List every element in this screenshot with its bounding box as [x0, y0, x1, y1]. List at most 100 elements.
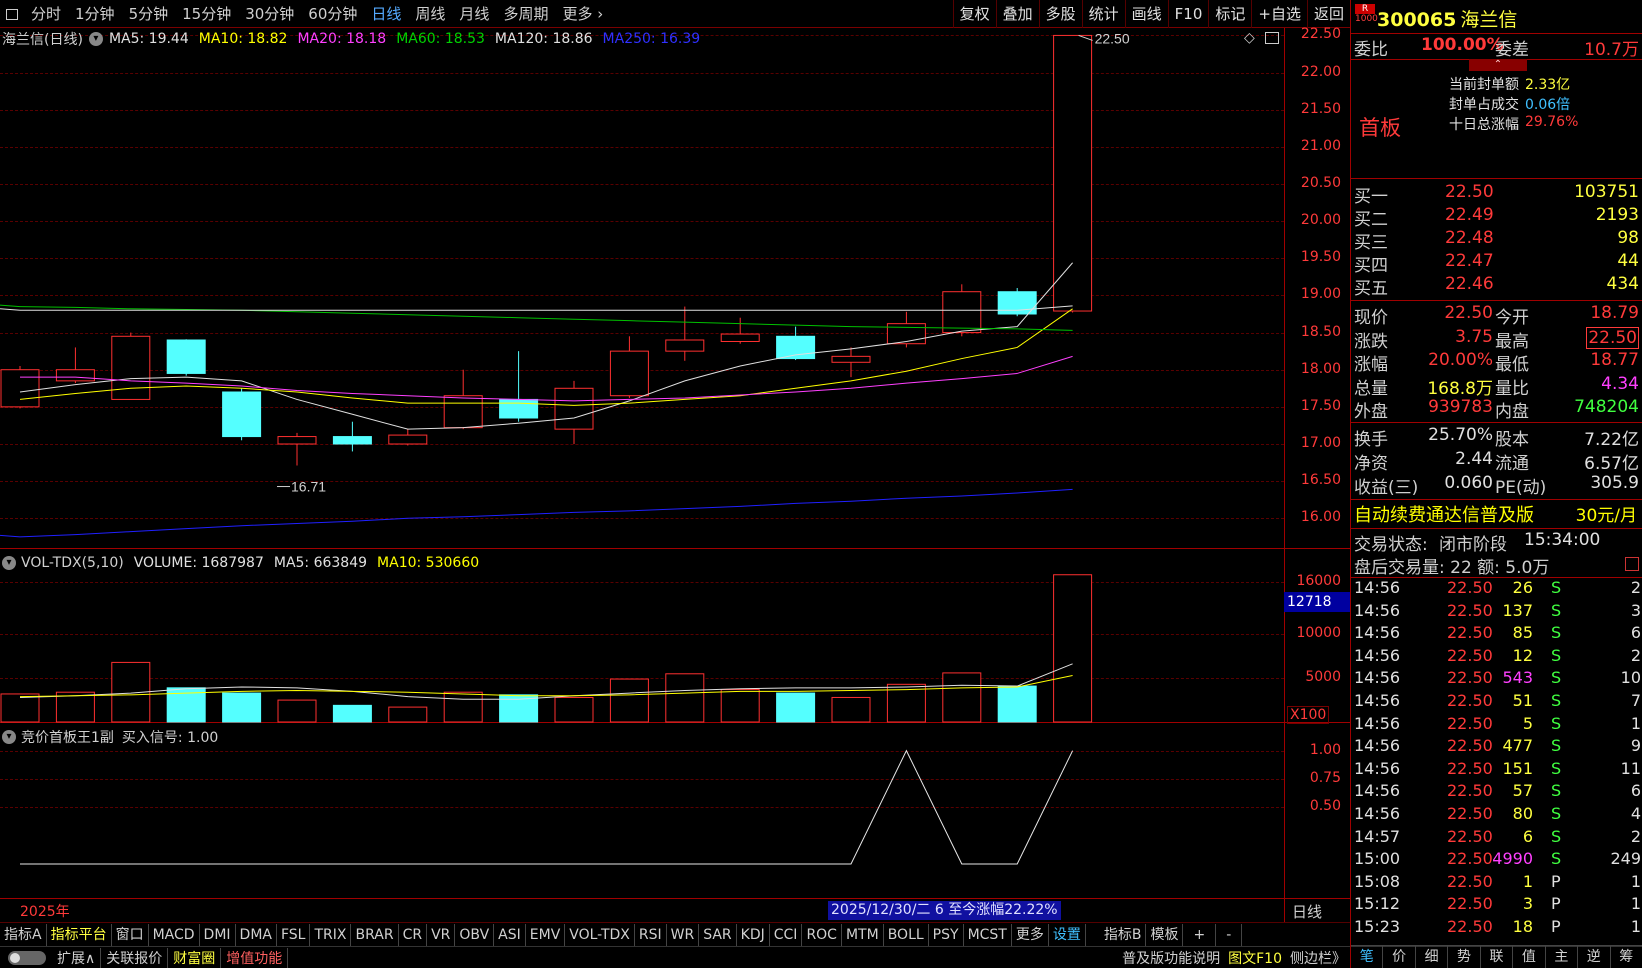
tick-row: 14:56 22.50 151 S 11	[1354, 758, 1641, 778]
indicator-legend: ▾ 竞价首板王1副 买入信号: 1.00	[2, 727, 218, 747]
period-label-right: 日线	[1292, 903, 1323, 921]
quote-row: 现价 22.50 今开 18.79	[1354, 303, 1639, 328]
indicator-tab[interactable]: MTM	[842, 923, 884, 946]
volume-bar	[609, 678, 649, 723]
indicator-tab[interactable]: EMV	[526, 923, 566, 946]
volume-current-label: 12718	[1284, 592, 1350, 612]
indicator-tab[interactable]: WR	[667, 923, 700, 946]
signal-line	[20, 749, 1074, 865]
indicator-tab[interactable]: KDJ	[737, 923, 770, 946]
indicator-tab[interactable]: VOL-TDX	[565, 923, 635, 946]
volume-bar	[277, 699, 317, 723]
chevron-down-icon[interactable]: ▾	[2, 556, 16, 570]
tick-row: 14:56 22.50 137 S 3	[1354, 600, 1641, 620]
indicator-tab[interactable]: ASI	[494, 923, 526, 946]
indicator-tab[interactable]: RSI	[635, 923, 667, 946]
board-info: 当前封单额 2.33亿 封单占成交 0.06倍 十日总涨幅 29.76%	[1411, 74, 1631, 134]
indicator-tab[interactable]: 窗口	[112, 923, 149, 946]
indicator-tab[interactable]: CCI	[770, 923, 803, 946]
panel-tab[interactable]: 值	[1513, 946, 1546, 968]
indicator-tab[interactable]: MACD	[149, 923, 200, 946]
candlestick-chart: 22.50 16.71	[0, 30, 1130, 865]
indicator-tab[interactable]: SAR	[699, 923, 737, 946]
indicator-tab[interactable]: DMI	[200, 923, 236, 946]
indicator-tab[interactable]: OBV	[455, 923, 495, 946]
candle-body	[388, 434, 428, 445]
indicator-tab[interactable]: VR	[427, 923, 456, 946]
stock-title[interactable]: 300065 海兰信	[1377, 5, 1517, 32]
volume-bar	[554, 696, 594, 723]
indicator-tab[interactable]: ROC	[802, 923, 842, 946]
panel-tab[interactable]: 主	[1546, 946, 1579, 968]
volume-legend-item: MA10: 530660	[377, 555, 480, 571]
time-axis-label: 2025年	[20, 904, 70, 920]
indicator-tabs: 指标A 指标平台 窗口 MACD DMI DMA FSL TRIX BRAR CR VR OBV ASI…	[0, 922, 1350, 946]
tick-row: 14:56 22.50 80 S 4	[1354, 804, 1641, 823]
toggle-switch[interactable]	[8, 950, 46, 965]
ma250-line-ext	[0, 534, 21, 538]
indicator-tab[interactable]: PSY	[929, 923, 964, 946]
bid-row[interactable]: 买四 22.47 44	[1351, 251, 1642, 276]
panel-tab[interactable]: 势	[1448, 946, 1481, 968]
panel-tab[interactable]: 笔	[1351, 946, 1384, 968]
bid-row[interactable]: 买三 22.48 98	[1351, 228, 1642, 253]
after-hours: 盘后交易量: 22 额: 5.0万	[1351, 553, 1642, 578]
quote-panel: R 1000 300065 海兰信 委比 100.00% 委差 10.7万 ⌃ 首…	[1350, 0, 1642, 968]
candle-body	[443, 395, 483, 429]
quote-row: 涨幅 20.00% 最低 18.77	[1354, 350, 1639, 375]
bid-row[interactable]: 买一 22.50 103751	[1351, 182, 1642, 207]
panel-tab[interactable]: 筹	[1611, 946, 1642, 968]
tick-row: 15:12 22.50 3 P 1	[1354, 894, 1641, 914]
volume-legend-item: MA5: 663849	[273, 555, 368, 571]
bid-row[interactable]: 买五 22.46 434	[1351, 274, 1642, 299]
status-link[interactable]: 普及版功能说明	[1118, 948, 1224, 968]
candle-body	[55, 369, 95, 382]
volume-bar	[55, 691, 95, 723]
volume-bar	[222, 692, 262, 723]
candle-body	[886, 323, 926, 345]
indicator-tab[interactable]: +	[1183, 923, 1217, 946]
candle-body	[720, 333, 760, 342]
panel-tab[interactable]: 细	[1416, 946, 1449, 968]
indicator-tab[interactable]: 更多	[1012, 923, 1049, 946]
indicator-tab[interactable]: BRAR	[351, 923, 399, 946]
status-item[interactable]: 财富圈	[168, 947, 222, 968]
ma60-line-ext	[0, 304, 21, 308]
indicator-tab[interactable]: DMA	[236, 923, 277, 946]
panel-tab[interactable]: 逆	[1578, 946, 1611, 968]
board-row: 当前封单额 2.33亿	[1449, 77, 1571, 93]
indicator-tab[interactable]: TRIX	[310, 923, 352, 946]
board-row: 十日总涨幅 29.76%	[1449, 114, 1579, 133]
panel-tab[interactable]: 价	[1383, 946, 1416, 968]
status-item[interactable]: 关联报价	[101, 947, 169, 968]
status-item[interactable]: 扩展∧	[52, 947, 102, 968]
promo-banner[interactable]: 自动续费通达信普及版 30元/月	[1351, 501, 1642, 527]
chevron-down-icon[interactable]: ▾	[2, 730, 16, 744]
volume-bar	[831, 696, 871, 723]
indicator-tab[interactable]: -	[1216, 923, 1243, 946]
high-annotation: 22.50	[1095, 30, 1130, 46]
indicator-tab[interactable]: BOLL	[884, 923, 929, 946]
collapse-icon[interactable]: ⌃	[1469, 59, 1527, 71]
indicator-tab[interactable]: CR	[399, 923, 428, 946]
volume-bar	[1053, 574, 1093, 723]
status-link[interactable]: 图文F10	[1224, 948, 1286, 968]
tick-row: 14:56 22.50 57 S 6	[1354, 781, 1641, 801]
indicator-tab[interactable]: 指标A	[0, 923, 47, 946]
indicator-tab[interactable]: FSL	[277, 923, 311, 946]
candle-body	[166, 339, 206, 374]
panel-tab[interactable]: 联	[1481, 946, 1514, 968]
stock-code: 300065	[1377, 9, 1457, 31]
volume-bar	[332, 704, 372, 723]
indicator-tab[interactable]: 模板	[1146, 923, 1184, 946]
stock-name: 海兰信	[1460, 9, 1518, 31]
bid-row[interactable]: 买二 22.49 2193	[1351, 205, 1642, 230]
low-annotation: 16.71	[291, 479, 326, 495]
indicator-tab[interactable]: 指标平台	[47, 923, 112, 946]
status-item[interactable]: 增值功能	[221, 947, 289, 968]
indicator-tab[interactable]: 设置	[1049, 923, 1086, 946]
indicator-tab[interactable]: MCST	[964, 923, 1012, 946]
status-link[interactable]: 侧边栏》	[1286, 948, 1350, 968]
export-icon[interactable]	[1625, 557, 1639, 571]
indicator-tab[interactable]: 指标B	[1100, 923, 1147, 946]
